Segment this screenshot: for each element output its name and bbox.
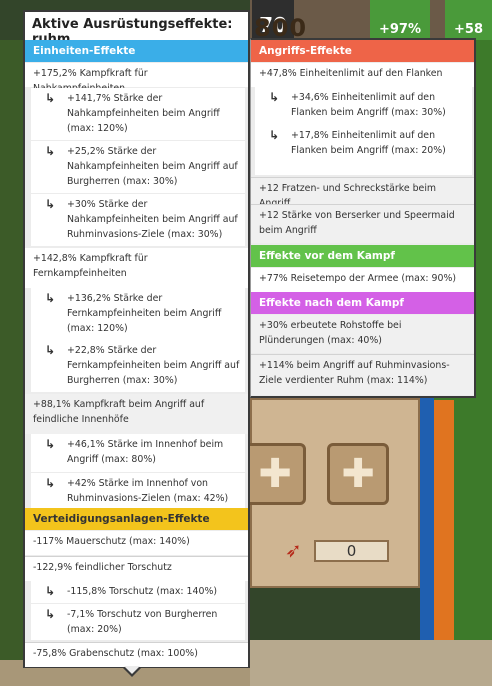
effect-melee-sub1: ↳ +141,7% Stärke der Nahkampfeinheiten b… — [31, 88, 245, 140]
subitem-arrow-icon: ↳ — [45, 197, 56, 211]
effect-text: +136,2% Stärke der Fernkampfeinheiten be… — [67, 293, 222, 334]
effect-text: -7,1% Torschutz von Burgherren (max: 20%… — [67, 609, 218, 635]
effect-text: +141,7% Stärke der Nahkampfeinheiten bei… — [67, 93, 220, 134]
subitem-arrow-icon: ↳ — [45, 91, 56, 105]
effect-text: +34,6% Einheitenlimit auf den Flanken be… — [291, 92, 446, 118]
effect-text: +25,2% Stärke der Nahkampfeinheiten beim… — [67, 146, 238, 187]
equipment-effects-tooltip-right: Angriffs-Effekte +47,8% Einheitenlimit a… — [250, 38, 476, 398]
effect-ranged-sub1: ↳ +136,2% Stärke der Fernkampfeinheiten … — [31, 288, 245, 340]
bow-icon: ➶ — [285, 538, 302, 562]
effect-text: +22,8% Stärke der Fernkampfeinheiten bei… — [67, 345, 240, 386]
effect-wall: -117% Mauerschutz (max: 140%) — [25, 531, 248, 555]
equipment-effects-tooltip: Aktive Ausrüstungseffekte: ruhm Einheite… — [23, 10, 250, 668]
effect-courtyard-sub2: ↳ +42% Stärke im Innenhof von Ruhminvasi… — [31, 473, 245, 511]
tooltip-title: Aktive Ausrüstungseffekte: ruhm — [25, 12, 248, 47]
effect-gate-sub2: ↳ -7,1% Torschutz von Burgherren (max: 2… — [31, 604, 245, 640]
subitem-arrow-icon: ↳ — [45, 584, 56, 598]
effect-gate: -122,9% feindlicher Torschutz — [25, 557, 248, 581]
subitem-arrow-icon: ↳ — [45, 607, 56, 621]
defense-effects-header: Verteidigungsanlagen-Effekte — [25, 508, 248, 530]
effect-text: +30% Stärke der Nahkampfeinheiten beim A… — [67, 199, 238, 240]
pre-battle-effects-header: Effekte vor dem Kampf — [251, 245, 474, 267]
tooltip-pointer-inner — [124, 666, 140, 674]
effect-flank: +47,8% Einheitenlimit auf den Flanken — [251, 63, 474, 87]
effect-berserker: +12 Stärke von Berserker und Speermaid b… — [251, 205, 474, 243]
effect-flank-sub2: ↳ +17,8% Einheitenlimit auf den Flanken … — [255, 125, 472, 175]
attack-effects-header: Angriffs-Effekte — [251, 40, 474, 62]
effect-text: +42% Stärke im Innenhof von Ruhminvasion… — [67, 478, 229, 504]
effect-text: -115,8% Torschutz (max: 140%) — [67, 586, 218, 597]
effect-melee-sub3: ↳ +30% Stärke der Nahkampfeinheiten beim… — [31, 194, 245, 246]
effect-ranged-sub2: ↳ +22,8% Stärke der Fernkampfeinheiten b… — [31, 340, 245, 392]
effect-travel: +77% Reisetempo der Armee (max: 90%) — [251, 268, 474, 292]
top-stat-a: +97% — [370, 0, 430, 40]
effect-loot: +30% erbeutete Rohstoffe bei Plünderunge… — [251, 315, 474, 353]
subitem-arrow-icon: ↳ — [45, 144, 56, 158]
effect-gate-sub1: ↳ -115,8% Torschutz (max: 140%) — [31, 581, 245, 603]
effect-courtyard-sub1: ↳ +46,1% Stärke im Innenhof beim Angriff… — [31, 434, 245, 472]
effect-flank-sub1: ↳ +34,6% Einheitenlimit auf den Flanken … — [255, 87, 472, 125]
subitem-arrow-icon: ↳ — [269, 90, 280, 104]
plus-icon: ✚ — [341, 451, 375, 497]
effect-text: +46,1% Stärke im Innenhof beim Angriff (… — [67, 439, 224, 465]
post-battle-effects-header: Effekte nach dem Kampf — [251, 292, 474, 314]
plus-icon: ✚ — [258, 451, 292, 497]
effect-melee: +175,2% Kampfkraft für Nahkampfeinheiten — [25, 63, 248, 94]
effect-text: +17,8% Einheitenlimit auf den Flanken be… — [291, 130, 446, 156]
effect-melee-sub2: ↳ +25,2% Stärke der Nahkampfeinheiten be… — [31, 141, 245, 193]
effect-ranged: +142,8% Kampfkraft für Fernkampfeinheite… — [25, 248, 248, 288]
top-stat-b: +58 — [445, 0, 492, 40]
subitem-arrow-icon: ↳ — [45, 343, 56, 357]
subitem-arrow-icon: ↳ — [45, 476, 56, 490]
subitem-arrow-icon: ↳ — [269, 128, 280, 142]
effect-glory: +114% beim Angriff auf Ruhminvasions-Zie… — [251, 355, 474, 395]
subitem-arrow-icon: ↳ — [45, 291, 56, 305]
troop-slot-1[interactable]: ✚ — [244, 443, 306, 505]
units-effects-header: Einheiten-Effekte — [25, 40, 248, 62]
subitem-arrow-icon: ↳ — [45, 437, 56, 451]
troop-slot-2[interactable]: ✚ — [327, 443, 389, 505]
effect-fear: +12 Fratzen- und Schreckstärke beim Angr… — [251, 178, 474, 209]
troop-count-field[interactable]: 0 — [314, 540, 389, 562]
effect-moat: -75,8% Grabenschutz (max: 100%) — [25, 643, 248, 667]
effect-courtyard: +88,1% Kampfkraft beim Angriff auf feind… — [25, 394, 248, 434]
